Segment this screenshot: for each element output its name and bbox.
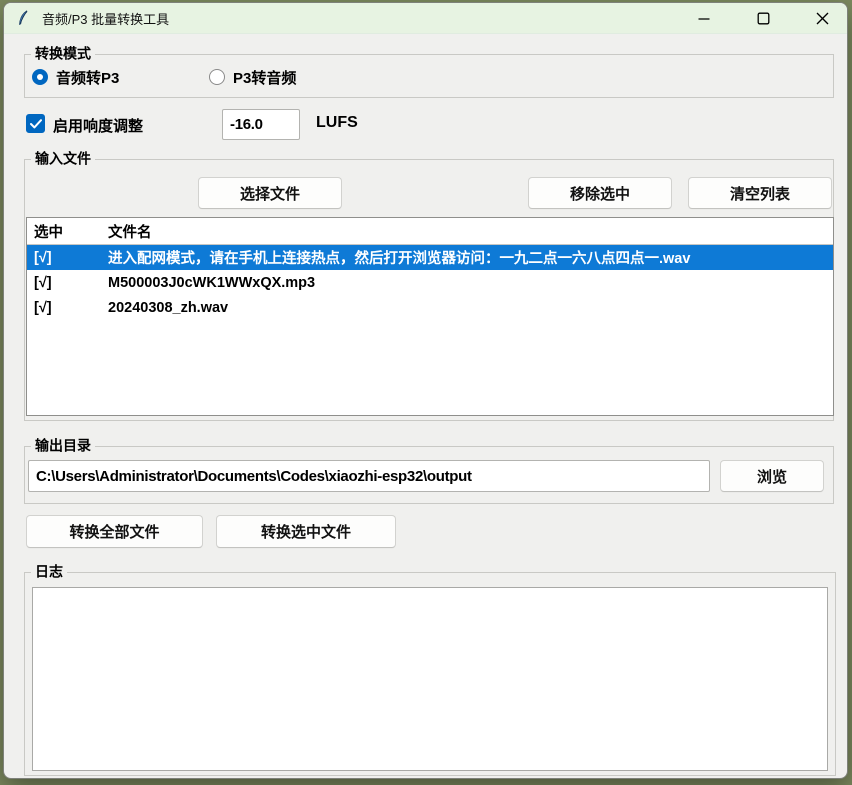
clear-list-button[interactable]: 清空列表 bbox=[688, 177, 832, 209]
close-button[interactable] bbox=[799, 3, 845, 34]
convert-selected-button[interactable]: 转换选中文件 bbox=[216, 515, 396, 548]
row-checked-mark[interactable]: [√] bbox=[27, 250, 108, 266]
mode-group-label: 转换模式 bbox=[31, 46, 95, 62]
file-table-header: 选中 文件名 bbox=[27, 218, 833, 245]
radio-circle-icon bbox=[32, 69, 48, 85]
loudness-checkbox[interactable] bbox=[26, 114, 45, 133]
python-feather-icon bbox=[16, 10, 32, 26]
radio-audio-to-p3[interactable]: 音频转P3 bbox=[32, 67, 119, 87]
input-group-label: 输入文件 bbox=[31, 151, 95, 167]
output-path-input[interactable]: C:\Users\Administrator\Documents\Codes\x… bbox=[28, 460, 710, 492]
select-files-button[interactable]: 选择文件 bbox=[198, 177, 342, 209]
radio-label: P3转音频 bbox=[233, 67, 296, 88]
maximize-button[interactable] bbox=[740, 3, 786, 34]
row-filename[interactable]: 进入配网模式，请在手机上连接热点，然后打开浏览器访问：一九二点一六八点四点一.w… bbox=[108, 247, 833, 268]
table-row[interactable]: [√] 进入配网模式，请在手机上连接热点，然后打开浏览器访问：一九二点一六八点四… bbox=[27, 245, 833, 270]
row-checked-mark[interactable]: [√] bbox=[27, 300, 108, 316]
title-bar: 音频/P3 批量转换工具 bbox=[4, 3, 847, 34]
minimize-button[interactable] bbox=[681, 3, 727, 34]
radio-p3-to-audio[interactable]: P3转音频 bbox=[209, 67, 296, 87]
close-icon bbox=[816, 12, 829, 25]
maximize-icon bbox=[757, 12, 770, 25]
row-filename[interactable]: M500003J0cWK1WWxQX.mp3 bbox=[108, 275, 833, 291]
loudness-label: 启用响度调整 bbox=[53, 115, 143, 136]
minimize-icon bbox=[698, 13, 710, 25]
row-checked-mark[interactable]: [√] bbox=[27, 275, 108, 291]
column-header-filename[interactable]: 文件名 bbox=[108, 221, 833, 242]
window-title: 音频/P3 批量转换工具 bbox=[42, 9, 169, 28]
app-window: 音频/P3 批量转换工具 转换模式 音频转P3 P3转音频 启用响度调整 -16… bbox=[3, 2, 848, 779]
output-group-label: 输出目录 bbox=[31, 438, 95, 454]
mode-groupbox: 转换模式 bbox=[24, 54, 834, 98]
log-textarea[interactable] bbox=[32, 587, 828, 771]
radio-label: 音频转P3 bbox=[56, 67, 119, 88]
table-row[interactable]: [√] 20240308_zh.wav bbox=[27, 295, 833, 320]
radio-circle-icon bbox=[209, 69, 225, 85]
lufs-unit-label: LUFS bbox=[316, 114, 358, 132]
log-group-label: 日志 bbox=[31, 564, 67, 580]
browse-button[interactable]: 浏览 bbox=[720, 460, 824, 492]
convert-all-button[interactable]: 转换全部文件 bbox=[26, 515, 203, 548]
file-table-body: [√] 进入配网模式，请在手机上连接热点，然后打开浏览器访问：一九二点一六八点四… bbox=[27, 245, 833, 320]
column-header-checked[interactable]: 选中 bbox=[27, 221, 108, 242]
file-table[interactable]: 选中 文件名 [√] 进入配网模式，请在手机上连接热点，然后打开浏览器访问：一九… bbox=[26, 217, 834, 416]
row-filename[interactable]: 20240308_zh.wav bbox=[108, 300, 833, 316]
check-icon bbox=[30, 119, 42, 129]
table-row[interactable]: [√] M500003J0cWK1WWxQX.mp3 bbox=[27, 270, 833, 295]
lufs-input[interactable]: -16.0 bbox=[222, 109, 300, 140]
remove-selected-button[interactable]: 移除选中 bbox=[528, 177, 672, 209]
